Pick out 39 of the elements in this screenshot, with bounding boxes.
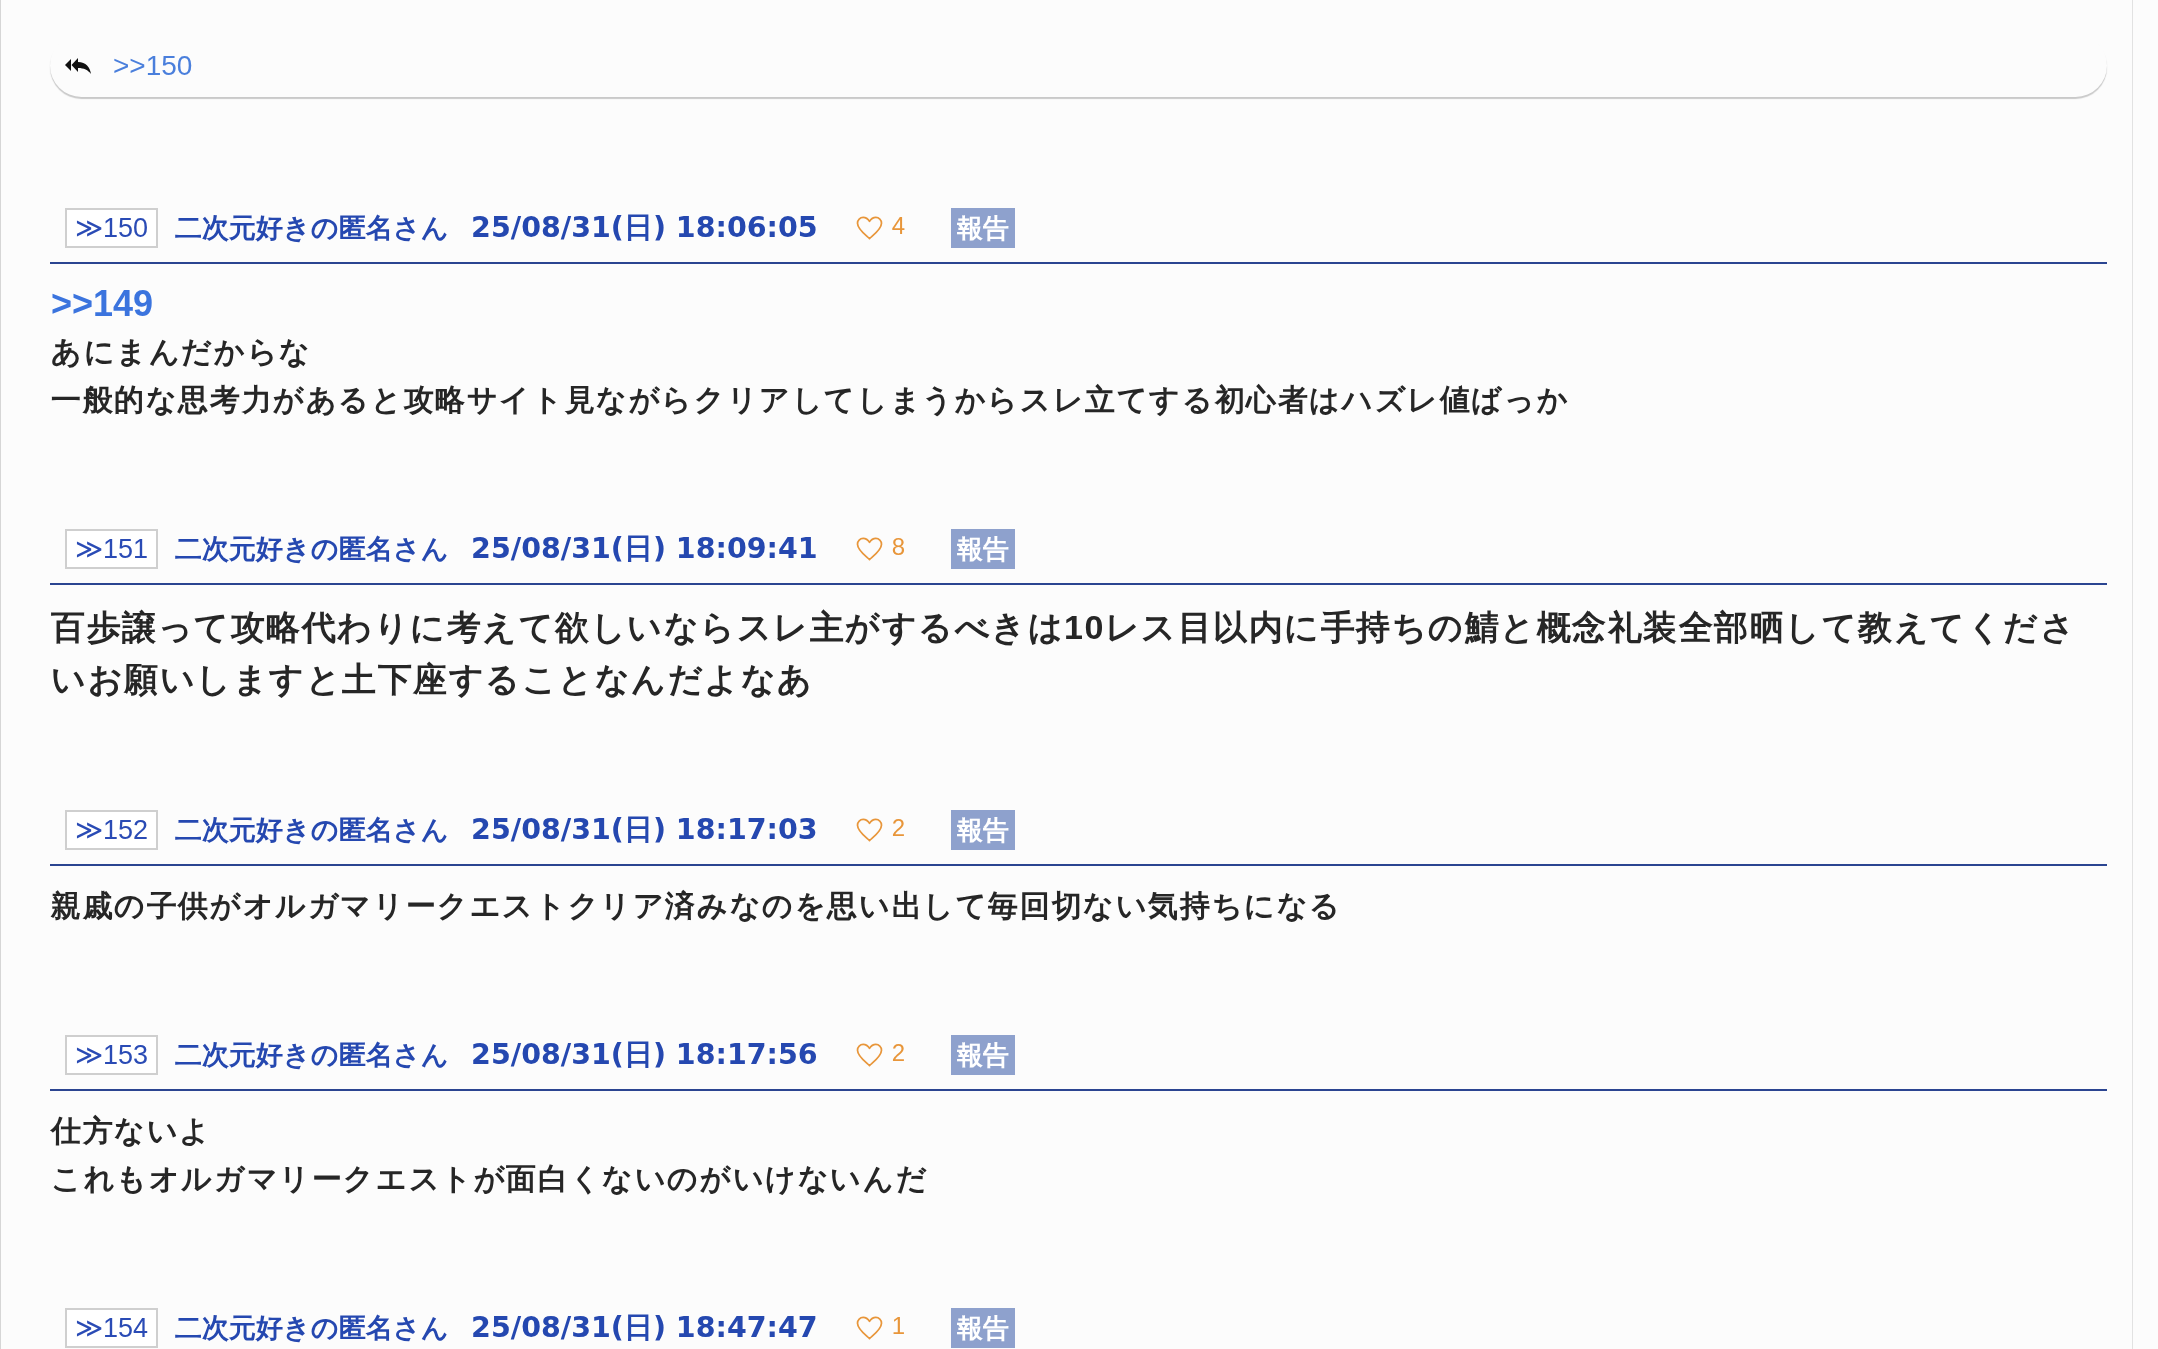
report-button[interactable]: 報告 <box>951 529 1015 569</box>
like-button[interactable]: 2 <box>855 1043 905 1067</box>
poster-name: 二次元好きの匿名さん <box>175 1311 450 1345</box>
post-date: 25/08/31(日) 18:09:41 <box>471 531 818 567</box>
report-button[interactable]: 報告 <box>951 810 1015 850</box>
post-text: 親戚の子供がオルガマリークエストクリア済みなのを思い出して毎回切ない気持ちになる <box>51 888 1343 924</box>
poster-name: 二次元好きの匿名さん <box>175 813 450 847</box>
post-date: 25/08/31(日) 18:47:47 <box>471 1310 818 1346</box>
post-date: 25/08/31(日) 18:17:56 <box>471 1037 818 1073</box>
post-text: 仕方ないよ <box>51 1113 213 1149</box>
report-button[interactable]: 報告 <box>951 1035 1015 1075</box>
post-number-button[interactable]: ≫151 <box>65 529 159 569</box>
report-button[interactable]: 報告 <box>951 208 1015 248</box>
post-text: あにまんだからな <box>51 334 313 370</box>
post-date: 25/08/31(日) 18:17:03 <box>471 812 818 848</box>
post-text: これもオルガマリークエストが面白くないのがいけないんだ <box>51 1161 930 1197</box>
post-number-button[interactable]: ≫150 <box>65 208 159 248</box>
poster-name: 二次元好きの匿名さん <box>175 211 450 245</box>
reply-anchor-link[interactable]: >>149 <box>51 280 154 328</box>
report-button[interactable]: 報告 <box>951 1308 1015 1348</box>
like-button[interactable]: 1 <box>855 1316 905 1340</box>
poster-name: 二次元好きの匿名さん <box>175 1038 450 1072</box>
heart-icon <box>855 818 883 842</box>
heart-icon <box>855 216 883 240</box>
post-number-button[interactable]: ≫153 <box>65 1035 159 1075</box>
poster-name: 二次元好きの匿名さん <box>175 532 450 566</box>
reply-anchor-link[interactable]: >>150 <box>113 49 193 82</box>
post-number-button[interactable]: ≫154 <box>65 1308 159 1348</box>
reply-all-icon <box>64 56 92 75</box>
heart-icon <box>855 537 883 561</box>
like-button[interactable]: 4 <box>855 216 905 240</box>
post-number-button[interactable]: ≫152 <box>65 810 159 850</box>
heart-icon <box>855 1043 883 1067</box>
post-text: 百歩譲って攻略代わりに考えて欲しいならスレ主がするべきは10レス目以内に手持ちの鯖と概念礼装全部晒して教えてくださいお願いしますと土下座することなんだよなあ <box>51 607 2078 700</box>
like-button[interactable]: 2 <box>855 818 905 842</box>
post-text: 一般的な思考力があると攻略サイト見ながらクリアしてしまうからスレ立てする初心者はハズレ値ばっか <box>51 382 1571 418</box>
heart-icon <box>855 1316 883 1340</box>
like-button[interactable]: 8 <box>855 537 905 561</box>
post-date: 25/08/31(日) 18:06:05 <box>471 210 818 246</box>
